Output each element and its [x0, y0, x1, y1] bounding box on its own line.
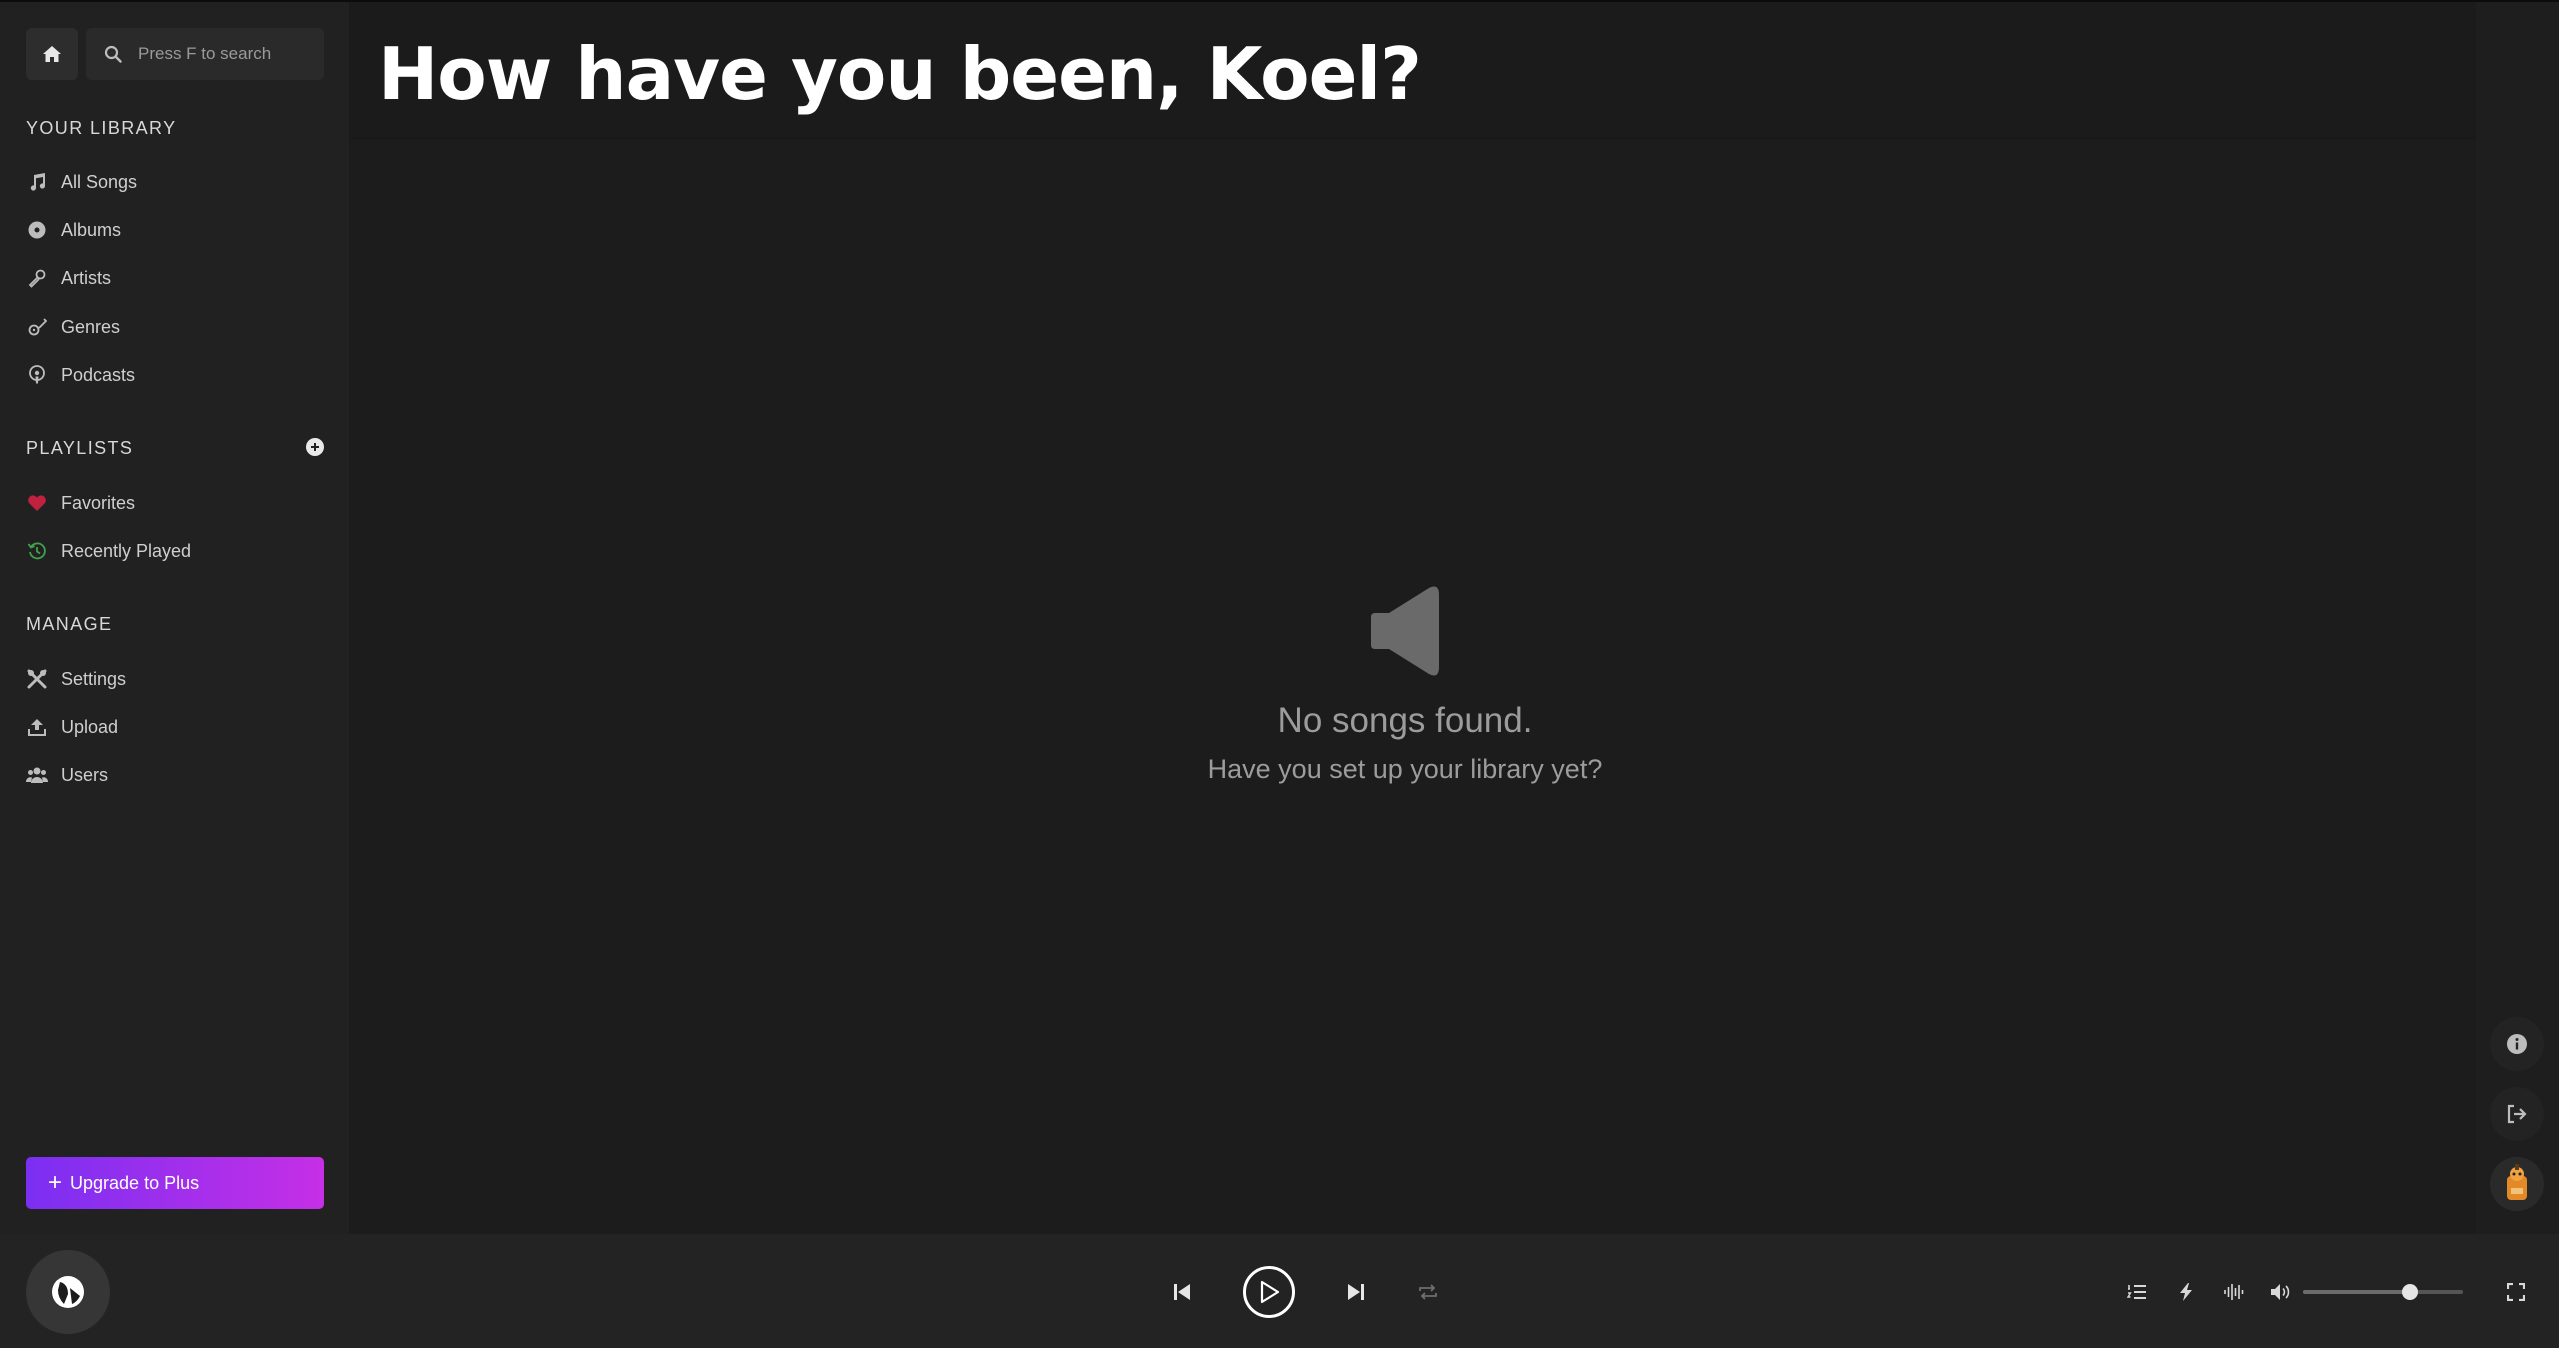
app-window: Press F to search YOUR LIBRARY All Songs… [0, 0, 2559, 1348]
search-input[interactable]: Press F to search [86, 28, 324, 80]
volume-icon [2271, 1284, 2290, 1300]
disc-icon [26, 219, 48, 241]
album-cover[interactable] [26, 1250, 110, 1334]
sidebar-item-genres[interactable]: Genres [26, 307, 326, 347]
mute-button[interactable] [2269, 1280, 2293, 1304]
sidebar-item-settings[interactable]: Settings [26, 659, 326, 699]
info-button[interactable] [2490, 1017, 2544, 1071]
sidebar-item-upload[interactable]: Upload [26, 707, 326, 747]
sidebar-item-label: Upload [61, 716, 119, 737]
volume-slider[interactable] [2303, 1284, 2463, 1300]
library-section-title: YOUR LIBRARY [26, 118, 177, 138]
speaker-icon [1371, 586, 1439, 676]
heart-icon [26, 492, 48, 514]
previous-button[interactable] [1170, 1280, 1194, 1304]
music-note-icon [26, 171, 48, 193]
play-icon [1260, 1280, 1280, 1304]
fullscreen-button[interactable] [2504, 1280, 2528, 1304]
home-button[interactable] [26, 28, 78, 80]
koel-logo-icon [52, 1276, 84, 1308]
skip-forward-icon [1348, 1284, 1364, 1300]
podcast-icon [26, 364, 48, 386]
add-playlist-button[interactable] [306, 438, 324, 456]
sidebar-item-label: Podcasts [61, 364, 136, 385]
sidebar-item-albums[interactable]: Albums [26, 210, 326, 250]
info-icon [2507, 1034, 2527, 1054]
repeat-button[interactable] [1416, 1280, 1440, 1304]
sidebar-item-label: Albums [61, 219, 122, 240]
microphone-icon [26, 267, 48, 289]
guitar-icon [26, 316, 48, 338]
upgrade-label: Upgrade to Plus [70, 1172, 200, 1193]
sidebar-item-label: Settings [61, 668, 127, 689]
next-button[interactable] [1344, 1280, 1368, 1304]
logout-icon [2507, 1104, 2527, 1124]
history-icon [26, 540, 48, 562]
sidebar-item-recently-played[interactable]: Recently Played [26, 531, 326, 571]
page-title: How have you been, Koel? [378, 32, 1422, 116]
main-header: How have you been, Koel? [350, 2, 2475, 139]
queue-list-icon [2127, 1285, 2146, 1299]
waveform-icon [2224, 1284, 2244, 1300]
sidebar-item-label: Users [61, 764, 109, 785]
play-button[interactable] [1243, 1266, 1295, 1318]
sidebar-item-all-songs[interactable]: All Songs [26, 162, 326, 202]
skip-back-icon [1174, 1284, 1190, 1300]
user-avatar-button[interactable] [2490, 1157, 2544, 1211]
sidebar-item-label: Genres [61, 316, 121, 337]
plus-icon [311, 443, 319, 451]
sidebar: Press F to search YOUR LIBRARY All Songs… [0, 2, 349, 1234]
sidebar-item-label: Recently Played [61, 540, 192, 561]
search-placeholder: Press F to search [138, 44, 272, 63]
sidebar-item-label: All Songs [61, 171, 138, 192]
upload-icon [26, 716, 48, 738]
sidebar-item-users[interactable]: Users [26, 755, 326, 795]
avatar [2507, 1164, 2527, 1200]
users-icon [26, 764, 48, 786]
logout-button[interactable] [2490, 1087, 2544, 1141]
sidebar-item-favorites[interactable]: Favorites [26, 483, 326, 523]
sidebar-item-podcasts[interactable]: Podcasts [26, 355, 326, 395]
empty-state-subtitle: Have you set up your library yet? [1207, 754, 1603, 784]
queue-button[interactable] [2125, 1280, 2149, 1304]
search-icon [104, 45, 122, 63]
empty-state-title: No songs found. [1277, 701, 1533, 740]
sidebar-item-artists[interactable]: Artists [26, 258, 326, 298]
upgrade-button[interactable]: + Upgrade to Plus [26, 1157, 324, 1209]
main-content [350, 140, 2475, 1234]
sidebar-item-label: Favorites [61, 492, 136, 513]
playlists-section-title: PLAYLISTS [26, 438, 134, 458]
visualizer-button[interactable] [2222, 1280, 2246, 1304]
repeat-icon [1419, 1284, 1437, 1300]
tools-icon [26, 668, 48, 690]
home-icon [43, 46, 61, 62]
plus-icon: + [48, 1169, 63, 1196]
fullscreen-icon [2507, 1283, 2525, 1301]
manage-section-title: MANAGE [26, 614, 113, 634]
lyrics-button[interactable] [2174, 1280, 2198, 1304]
bolt-icon [2180, 1283, 2192, 1301]
volume-fill [2303, 1290, 2411, 1294]
sidebar-item-label: Artists [61, 267, 112, 288]
